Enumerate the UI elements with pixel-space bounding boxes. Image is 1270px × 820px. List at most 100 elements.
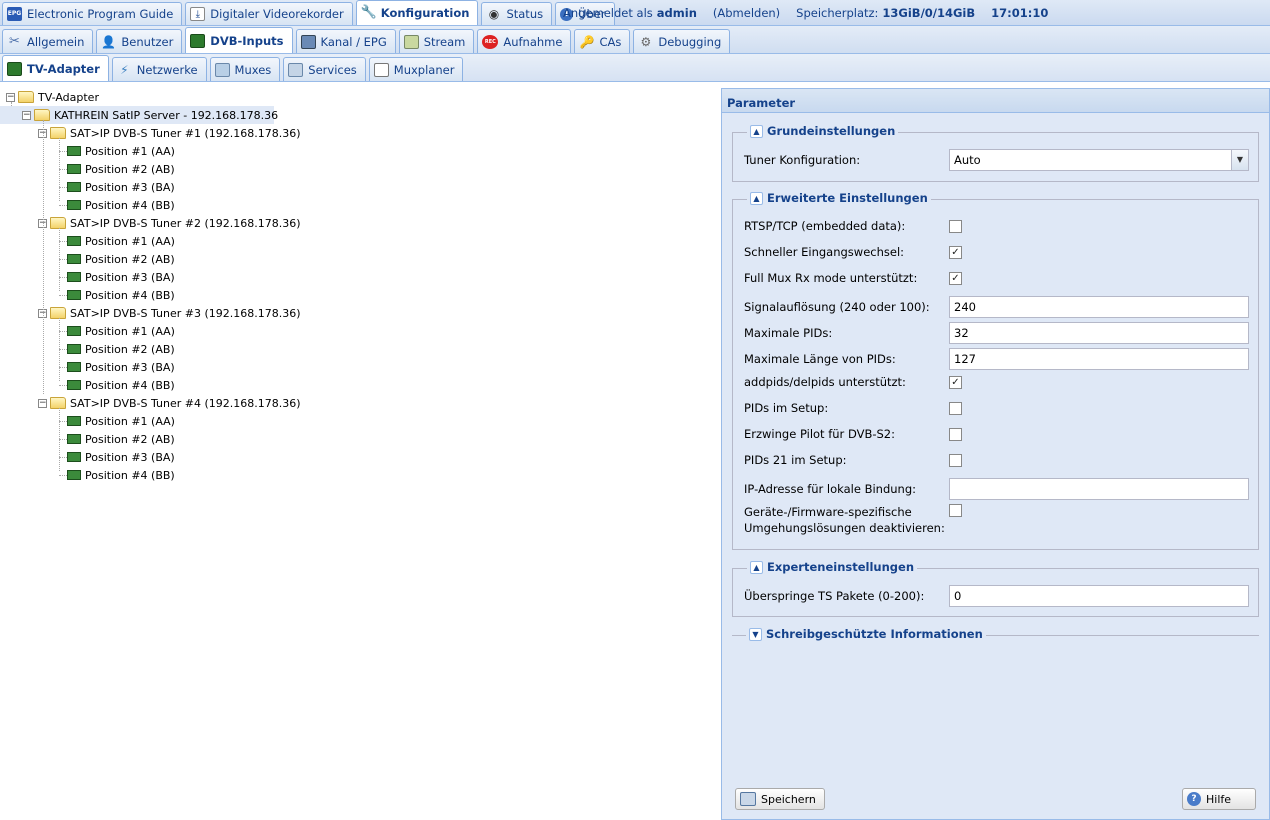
tree-node-position[interactable]: Position #1 (AA) <box>67 232 175 250</box>
checkbox[interactable]: ✓ <box>949 245 962 259</box>
field-label: Geräte-/Firmware-spezifische Umgehungslö… <box>744 505 945 535</box>
tree-node-position[interactable]: Position #2 (AB) <box>67 250 175 268</box>
tree-node-position[interactable]: Position #3 (BA) <box>67 178 175 196</box>
tab-dvr[interactable]: ⤓ Digitaler Videorekorder <box>185 2 353 25</box>
tree-node-position[interactable]: Position #1 (AA) <box>67 412 175 430</box>
tab-channel-epg[interactable]: Kanal / EPG <box>295 29 396 53</box>
tuner-config-row: Tuner Konfiguration: Auto ▼ <box>744 149 1249 171</box>
chevron-down-icon[interactable]: ▼ <box>1231 150 1248 170</box>
field-label: PIDs im Setup: <box>744 401 829 415</box>
config-tab-bar: ✂ Allgemein 👤 Benutzer DVB-Inputs Kanal / … <box>0 26 1270 54</box>
tree-node-tuner[interactable]: − SAT>IP DVB-S Tuner #4 (192.168.178.36) <box>38 394 301 412</box>
field-label: Full Mux Rx mode unterstützt: <box>744 271 918 285</box>
tree-node-tuner[interactable]: − SAT>IP DVB-S Tuner #3 (192.168.178.36) <box>38 304 301 322</box>
tab-networks[interactable]: ⚡ Netzwerke <box>111 57 207 81</box>
select-value: Auto <box>954 153 981 167</box>
checkbox[interactable] <box>949 219 962 233</box>
tree-node-position[interactable]: Position #2 (AB) <box>67 430 175 448</box>
checkbox[interactable] <box>949 401 962 415</box>
checkbox[interactable] <box>949 427 962 441</box>
tree-node-position[interactable]: Position #4 (BB) <box>67 376 175 394</box>
text-input[interactable] <box>949 478 1249 500</box>
tree-node-position[interactable]: Position #2 (AB) <box>67 340 175 358</box>
tree-connector <box>59 331 67 332</box>
tab-configuration[interactable]: 🔧 Konfiguration <box>355 0 479 25</box>
tree-node-position[interactable]: Position #1 (AA) <box>67 322 175 340</box>
tree-connector <box>59 187 67 188</box>
tab-tv-adapter[interactable]: TV-Adapter <box>2 55 109 81</box>
fieldset-legend[interactable]: ▼ Schreibgeschützte Informationen <box>746 627 986 641</box>
tree-connector <box>59 385 67 386</box>
tree-node-position[interactable]: Position #3 (BA) <box>67 268 175 286</box>
tree-node-tuner[interactable]: − SAT>IP DVB-S Tuner #1 (192.168.178.36) <box>38 124 301 142</box>
tuner-config-select[interactable]: Auto ▼ <box>949 149 1249 171</box>
tree-node-position[interactable]: Position #1 (AA) <box>67 142 175 160</box>
tab-cas[interactable]: 🔑 CAs <box>574 29 631 53</box>
expand-down-icon[interactable]: ▼ <box>749 627 762 641</box>
tree-node-tuner[interactable]: − SAT>IP DVB-S Tuner #2 (192.168.178.36) <box>38 214 301 232</box>
tab-dvb-inputs[interactable]: DVB-Inputs <box>185 27 293 53</box>
collapse-icon[interactable]: − <box>38 398 47 408</box>
tab-status[interactable]: ◉ Status <box>481 2 553 25</box>
tree-label: KATHREIN SatIP Server - 192.168.178.36 <box>54 108 279 122</box>
tab-label: Debugging <box>658 34 722 49</box>
bug-icon: ⚙ <box>640 34 652 49</box>
field-label: Signalauflösung (240 oder 100): <box>744 300 930 314</box>
legend-text: Grundeinstellungen <box>767 124 896 138</box>
logout-link[interactable]: (Abmelden) <box>713 6 780 20</box>
save-button[interactable]: Speichern <box>735 788 825 810</box>
tree-node-root[interactable]: − TV-Adapter <box>6 88 99 106</box>
tab-users[interactable]: 👤 Benutzer <box>96 29 183 53</box>
tab-muxplaner[interactable]: Muxplaner <box>368 57 464 81</box>
skip-ts-input[interactable] <box>949 585 1249 607</box>
dvb-tab-bar: TV-Adapter ⚡ Netzwerke Muxes Services Mux… <box>0 54 1270 82</box>
text-input[interactable] <box>949 322 1249 344</box>
dvb-card-icon <box>67 236 81 246</box>
dvb-card-icon <box>67 272 81 282</box>
tab-muxes[interactable]: Muxes <box>209 57 281 81</box>
wrench-icon: 🔧 <box>360 5 377 20</box>
checkbox[interactable]: ✓ <box>949 271 962 285</box>
collapse-up-icon[interactable]: ▲ <box>750 560 763 574</box>
fieldset-legend: ▲ Erweiterte Einstellungen <box>747 191 931 205</box>
tab-services[interactable]: Services <box>283 57 366 81</box>
tree-connector <box>59 151 67 152</box>
tree-node-position[interactable]: Position #4 (BB) <box>67 196 175 214</box>
text-input[interactable] <box>949 296 1249 318</box>
checkbox[interactable] <box>949 453 962 467</box>
field-label: Maximale Länge von PIDs: <box>744 352 896 366</box>
tree-label: Position #3 (BA) <box>85 270 175 284</box>
text-input[interactable] <box>949 348 1249 370</box>
tree-connector <box>59 367 67 368</box>
tree-label: Position #3 (BA) <box>85 360 175 374</box>
tab-debugging[interactable]: ⚙ Debugging <box>633 29 731 53</box>
tree-node-position[interactable]: Position #3 (BA) <box>67 358 175 376</box>
checkbox[interactable] <box>949 504 962 517</box>
tree-node-position[interactable]: Position #4 (BB) <box>67 466 175 484</box>
tree-label: Position #1 (AA) <box>85 324 175 338</box>
tab-recording[interactable]: REC Aufnahme <box>477 29 572 53</box>
checkbox[interactable]: ✓ <box>949 375 962 389</box>
help-button[interactable]: ? Hilfe <box>1182 788 1256 810</box>
tab-stream[interactable]: Stream <box>398 29 475 53</box>
tree-label: Position #3 (BA) <box>85 180 175 194</box>
collapse-icon[interactable]: − <box>22 110 31 120</box>
key-icon: 🔑 <box>579 34 595 49</box>
tab-epg[interactable]: EPG Electronic Program Guide <box>2 2 183 25</box>
dvb-card-icon <box>67 290 81 300</box>
tab-general[interactable]: ✂ Allgemein <box>2 29 94 53</box>
collapse-up-icon[interactable]: ▲ <box>750 191 763 205</box>
tree-node-position[interactable]: Position #4 (BB) <box>67 286 175 304</box>
antenna-icon: ⚡ <box>120 62 129 77</box>
legend-text: Experteneinstellungen <box>767 560 915 574</box>
collapse-up-icon[interactable]: ▲ <box>750 124 763 138</box>
advanced-field-row: Signalauflösung (240 oder 100): <box>744 296 1249 318</box>
tree-label: SAT>IP DVB-S Tuner #2 (192.168.178.36) <box>70 216 301 230</box>
tree-node-position[interactable]: Position #3 (BA) <box>67 448 175 466</box>
tree-node-position[interactable]: Position #2 (AB) <box>67 160 175 178</box>
tree-node-server[interactable]: − KATHREIN SatIP Server - 192.168.178.36 <box>0 106 278 124</box>
folder-icon <box>50 397 66 409</box>
collapse-icon[interactable]: − <box>6 92 15 102</box>
tree-label: Position #4 (BB) <box>85 198 175 212</box>
fieldset-basic: ▲ Grundeinstellungen Tuner Konfiguration:… <box>732 124 1259 182</box>
